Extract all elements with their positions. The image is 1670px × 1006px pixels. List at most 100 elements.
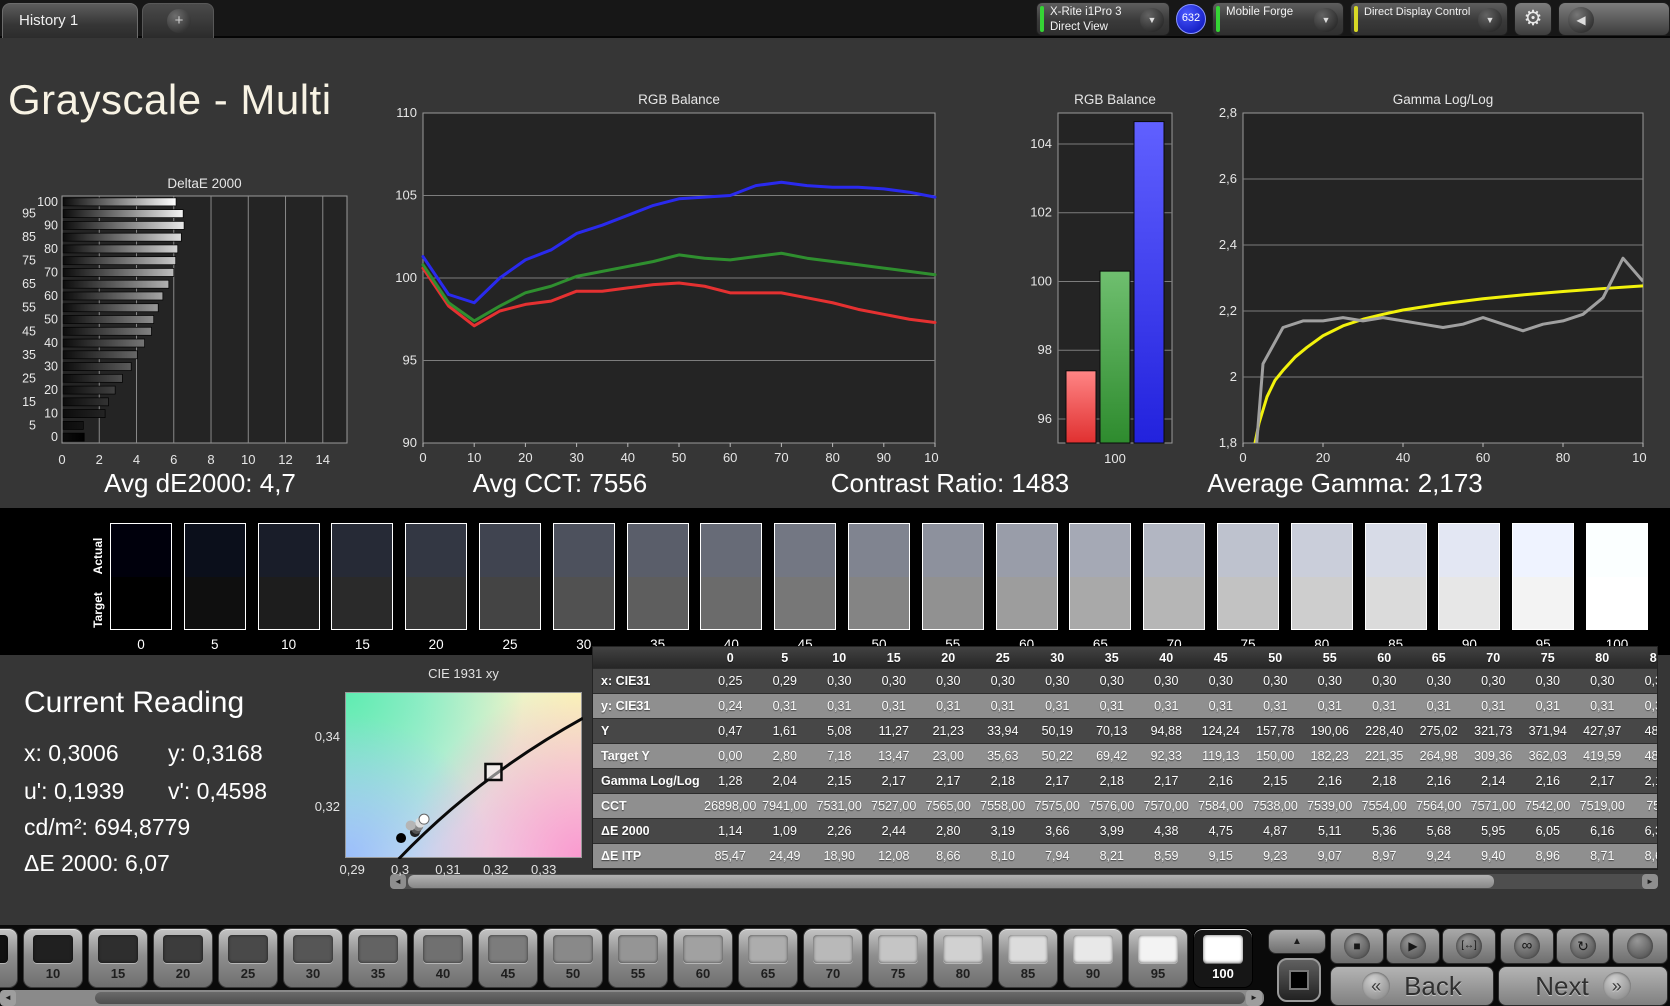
pattern-level-button-85[interactable]: 85 — [998, 928, 1058, 988]
pattern-level-button-50[interactable]: 50 — [543, 928, 603, 988]
pattern-level-button-65[interactable]: 65 — [738, 928, 798, 988]
cie-x-tick-label: 0,32 — [483, 862, 509, 877]
actual-swatch — [627, 524, 688, 577]
table-column-header: 65 — [1431, 651, 1446, 665]
svg-text:110: 110 — [396, 107, 417, 120]
pattern-level-label: 10 — [45, 966, 61, 981]
swatch-column-30: 30 — [552, 523, 615, 652]
pattern-level-button-60[interactable]: 60 — [673, 928, 733, 988]
range-button[interactable]: [↔] — [1442, 928, 1496, 964]
pattern-level-button-10[interactable]: 10 — [23, 928, 83, 988]
table-cell: 7576,00 — [1089, 799, 1135, 813]
avg-de2000-readout: Avg dE2000: 4,7 — [104, 468, 296, 498]
swatch-column-55: 55 — [921, 523, 984, 652]
pattern-level-button-80[interactable]: 80 — [933, 928, 993, 988]
chevron-down-icon[interactable]: ▼ — [1140, 8, 1164, 32]
stop-button[interactable]: ■ — [1330, 928, 1384, 964]
svg-text:2,2: 2,2 — [1219, 303, 1237, 318]
pattern-level-button-95[interactable]: 95 — [1128, 928, 1188, 988]
target-row-label: Target — [91, 592, 105, 628]
pattern-scrollbar-thumb[interactable] — [95, 992, 1245, 1004]
chevron-down-icon[interactable]: ▼ — [1314, 8, 1338, 32]
display-control-dropdown[interactable]: Direct Display Control ▼ — [1350, 2, 1508, 36]
table-cell: 0,30 — [936, 674, 961, 688]
tab-history-1[interactable]: History 1 — [2, 3, 138, 38]
pattern-swatch — [228, 935, 268, 963]
pattern-scrollbar[interactable]: ◄ ► — [0, 990, 1264, 1006]
table-cell: 0,31 — [1535, 699, 1560, 713]
pattern-level-button-45[interactable]: 45 — [478, 928, 538, 988]
svg-text:95: 95 — [22, 207, 36, 221]
table-cell: 0,30 — [1208, 674, 1233, 688]
table-column-header: 30 — [1050, 651, 1065, 665]
table-cell: 228,40 — [1365, 724, 1404, 738]
new-tab-button[interactable]: + — [142, 3, 214, 38]
meter-dropdown[interactable]: X-Rite i1Pro 3 Direct View ▼ — [1036, 2, 1170, 36]
reading-x: x: 0,3006 — [24, 740, 119, 766]
table-cell: 0,31 — [990, 699, 1015, 713]
measurement-table: 0 5 10 15 20 25 30 35 40 45 50 55 60 65 70 75 80 85 x: CIE… — [592, 646, 1658, 870]
pattern-level-button-100[interactable]: 100 — [1193, 928, 1253, 988]
scroll-left-icon[interactable]: ◄ — [0, 990, 16, 1006]
pattern-level-button-25[interactable]: 25 — [218, 928, 278, 988]
table-scrollbar-thumb[interactable] — [408, 875, 1494, 888]
pattern-level-button-40[interactable]: 40 — [413, 928, 473, 988]
display-control-name: Direct Display Control — [1364, 6, 1471, 18]
chevron-down-icon[interactable]: ▼ — [1478, 8, 1502, 32]
table-cell: 2,04 — [772, 774, 797, 788]
deltae-chart: 0 2 4 6 8 10 12 14 0 5 10 15 20 25 30 35 40 45 50 55 60 65 70 7… — [22, 195, 348, 467]
range-icon: [↔] — [1456, 933, 1482, 959]
play-button[interactable]: ▶ — [1386, 928, 1440, 964]
pattern-level-button-75[interactable]: 75 — [868, 928, 928, 988]
pattern-window-button[interactable] — [1277, 958, 1321, 1002]
pattern-level-button-90[interactable]: 90 — [1063, 928, 1123, 988]
svg-text:0: 0 — [58, 452, 65, 467]
back-button[interactable]: « Back — [1330, 966, 1494, 1006]
table-cell: 3,99 — [1099, 824, 1124, 838]
table-cell: 3,19 — [990, 824, 1015, 838]
table-cell: 2,80 — [936, 824, 961, 838]
source-dropdown[interactable]: Mobile Forge ▼ — [1212, 2, 1344, 36]
swatch-column-5: 5 — [183, 523, 246, 652]
table-cell: 1,09 — [772, 824, 797, 838]
extra-button[interactable] — [1612, 928, 1668, 964]
pattern-scroll-up-button[interactable]: ▲ — [1268, 929, 1326, 954]
pattern-level-button-70[interactable]: 70 — [803, 928, 863, 988]
svg-text:15: 15 — [22, 395, 36, 409]
pattern-swatch — [1138, 935, 1178, 963]
pattern-level-button-55[interactable]: 55 — [608, 928, 668, 988]
arrow-up-icon: ▲ — [1292, 936, 1302, 947]
svg-text:95: 95 — [403, 353, 417, 368]
loop-button[interactable]: ∞ — [1500, 928, 1554, 964]
swatch-cell — [995, 523, 1058, 630]
table-cell: 2,17 — [1154, 774, 1179, 788]
svg-text:70: 70 — [44, 265, 58, 279]
collapse-panel-button[interactable]: ◀ — [1558, 2, 1670, 36]
svg-text:20: 20 — [1316, 450, 1330, 465]
svg-text:75: 75 — [22, 254, 36, 268]
refresh-button[interactable]: ↻ — [1556, 928, 1610, 964]
reading-luminance: cd/m²: 694,8779 — [24, 814, 191, 840]
swatch-column-65: 65 — [1069, 523, 1132, 652]
actual-swatch — [996, 524, 1057, 577]
table-column-header: 10 — [832, 651, 847, 665]
cie-y-tick-label: 0,34 — [314, 729, 340, 745]
svg-text:30: 30 — [44, 360, 58, 374]
table-scrollbar[interactable]: ◄ ► — [390, 874, 1658, 889]
swatch-cell — [552, 523, 615, 630]
scroll-right-icon[interactable]: ► — [1642, 874, 1658, 889]
next-button[interactable]: Next » — [1498, 966, 1668, 1006]
table-column-header: 35 — [1104, 651, 1119, 665]
table-cell: 11,27 — [878, 724, 909, 738]
settings-button[interactable]: ⚙ — [1514, 2, 1552, 36]
swatch-column-40: 40 — [700, 523, 763, 652]
pattern-level-button-5[interactable]: 5 — [0, 928, 18, 988]
pattern-level-button-35[interactable]: 35 — [348, 928, 408, 988]
scroll-right-icon[interactable]: ► — [1246, 990, 1262, 1006]
pattern-level-button-20[interactable]: 20 — [153, 928, 213, 988]
table-cell: 23,00 — [932, 749, 964, 763]
target-swatch — [406, 576, 467, 629]
pattern-level-button-30[interactable]: 30 — [283, 928, 343, 988]
table-cell: 0,31 — [881, 699, 906, 713]
pattern-level-button-15[interactable]: 15 — [88, 928, 148, 988]
